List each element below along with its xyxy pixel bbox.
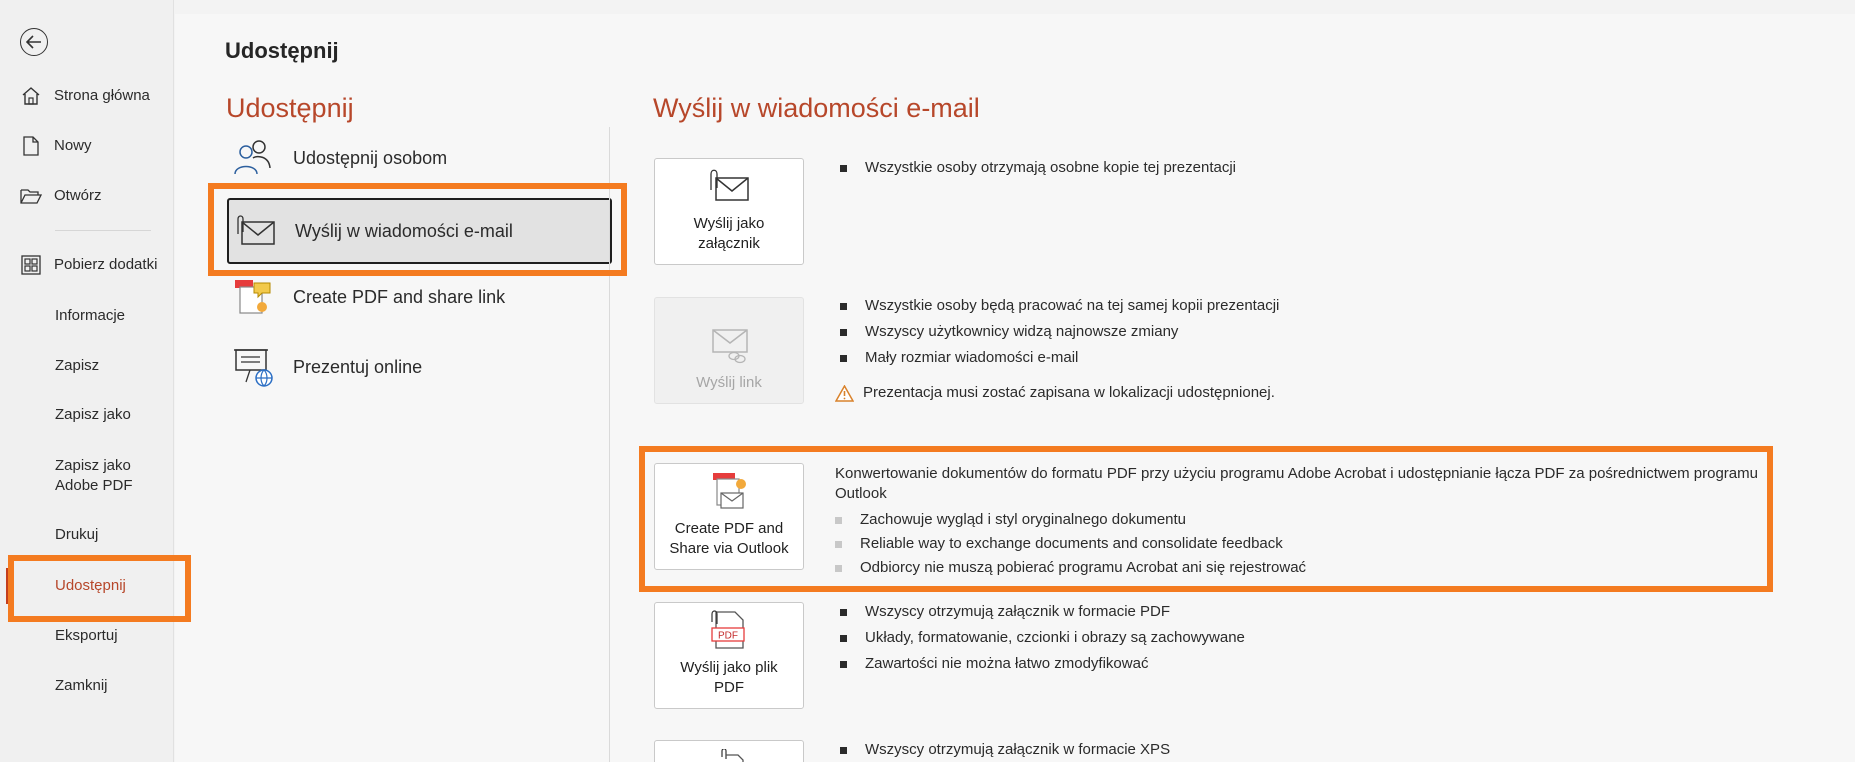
home-icon [20,86,42,106]
nav-share[interactable]: Udostępnij [55,576,126,596]
share-with-people-label: Udostępnij osobom [293,147,448,168]
send-as-pdf-label: Wyślij jako plik PDF [680,659,778,696]
bullet-text: Mały rozmiar wiadomości e-mail [865,349,1079,366]
bullet-text: Wszystkie osoby będą pracować na tej sam… [865,297,1280,314]
nav-new[interactable]: Nowy [20,136,92,156]
warning-text: Prezentacja musi zostać zapisana w lokal… [863,384,1275,401]
present-online-icon [231,345,275,389]
nav-close[interactable]: Zamknij [55,676,108,696]
nav-get-add-ins[interactable]: Pobierz dodatki [20,255,157,275]
bullet-text: Wszyscy otrzymują załącznik w formacie P… [865,603,1171,620]
bullet-text: Zachowuje wygląd i styl oryginalnego dok… [860,511,1187,528]
nav-open[interactable]: Otwórz [20,186,102,206]
page-title: Udostępnij [225,38,339,63]
open-folder-icon [20,186,42,206]
nav-separator [55,230,151,231]
present-online-option[interactable]: Prezentuj online [227,334,612,400]
nav-save[interactable]: Zapisz [55,356,99,376]
nav-print[interactable]: Drukuj [55,525,98,545]
bullet-item: Zawartości nie można łatwo zmodyfikować [840,654,1148,674]
nav-open-label: Otwórz [54,187,102,204]
bullet-item: Wszyscy otrzymują załącznik w formacie P… [840,602,1170,622]
bullet-text: Wszystkie osoby otrzymają osobne kopie t… [865,159,1237,176]
bullet-item: Wszystkie osoby otrzymają osobne kopie t… [840,158,1236,178]
pdf-share-icon [231,275,275,319]
send-link-label: Wyślij link [696,374,762,391]
bullet-text: Wszyscy użytkownicy widzą najnowsze zmia… [865,323,1179,340]
email-option-label: Wyślij w wiadomości e-mail [295,220,513,241]
warning-icon [835,384,854,402]
create-pdf-share-outlook-label: Create PDF and Share via Outlook [669,520,789,557]
bullet-item: Wszyscy użytkownicy widzą najnowsze zmia… [840,322,1178,342]
create-pdf-share-outlook-button[interactable]: Create PDF and Share via Outlook [654,463,804,570]
nav-home[interactable]: Strona główna [20,86,150,106]
bullet-item: Wszystkie osoby będą pracować na tej sam… [840,296,1279,316]
bullet-text: Układy, formatowanie, czcionki i obrazy … [865,629,1245,646]
nav-info[interactable]: Informacje [55,306,125,326]
back-arrow-icon [26,35,41,49]
nav-save-as[interactable]: Zapisz jako [55,405,131,425]
xps-file-icon [714,748,744,762]
bullet-item: Odbiorcy nie muszą pobierać programu Acr… [835,558,1306,578]
pdf-outlook-icon [704,469,754,513]
backstage-nav: Strona główna Nowy Otwórz Pobierz dodatk… [0,0,174,762]
pdf-icon-text: PDF [718,631,738,642]
bullet-item: Zachowuje wygląd i styl oryginalnego dok… [835,510,1186,530]
send-link-button[interactable]: Wyślij link [654,297,804,404]
email-link-icon [704,323,754,367]
send-as-attachment-label: Wyślij jako załącznik [693,215,765,252]
nav-home-label: Strona główna [54,87,150,104]
back-button[interactable] [20,28,48,56]
column-divider [609,127,610,762]
share-with-people-option[interactable]: Udostępnij osobom [227,125,612,191]
people-icon [231,136,275,180]
bullet-text: Wszyscy otrzymują załącznik w formacie X… [865,741,1171,758]
create-pdf-share-link-label: Create PDF and share link [293,286,506,307]
bullet-text: Zawartości nie można łatwo zmodyfikować [865,655,1149,672]
send-as-attachment-button[interactable]: Wyślij jako załącznik [654,158,804,265]
email-attachment-icon [233,209,277,253]
create-pdf-share-link-option[interactable]: Create PDF and share link [227,264,612,330]
bullet-text: Reliable way to exchange documents and c… [860,535,1283,552]
email-section-title: Wyślij w wiadomości e-mail [653,93,980,123]
email-attachment-icon [704,164,754,208]
send-as-xps-button[interactable] [654,740,804,762]
email-option[interactable]: Wyślij w wiadomości e-mail [227,198,612,264]
present-online-label: Prezentuj online [293,356,423,377]
add-ins-icon [20,255,42,275]
bullet-text: Odbiorcy nie muszą pobierać programu Acr… [860,559,1307,576]
bullet-item: Reliable way to exchange documents and c… [835,534,1283,554]
share-section-title: Udostępnij [226,93,354,123]
nav-save-as-adobe-pdf[interactable]: Zapisz jako Adobe PDF [55,456,133,496]
active-indicator [6,568,9,604]
send-as-pdf-button[interactable]: PDF Wyślij jako plik PDF [654,602,804,709]
bullet-item: Wszyscy otrzymują załącznik w formacie X… [840,740,1170,760]
nav-export[interactable]: Eksportuj [55,626,118,646]
bullet-item: Układy, formatowanie, czcionki i obrazy … [840,628,1245,648]
nav-new-label: Nowy [54,137,92,154]
bullet-item: Mały rozmiar wiadomości e-mail [840,348,1078,368]
pdf-file-icon: PDF [704,608,754,652]
new-file-icon [20,136,42,156]
pdf-outlook-description: Konwertowanie dokumentów do formatu PDF … [835,465,1758,502]
nav-get-add-ins-label: Pobierz dodatki [54,256,158,273]
warning-line: Prezentacja musi zostać zapisana w lokal… [835,383,1275,403]
backstage-content: Udostępnij Udostępnij Udostępnij osobom … [175,14,1855,762]
